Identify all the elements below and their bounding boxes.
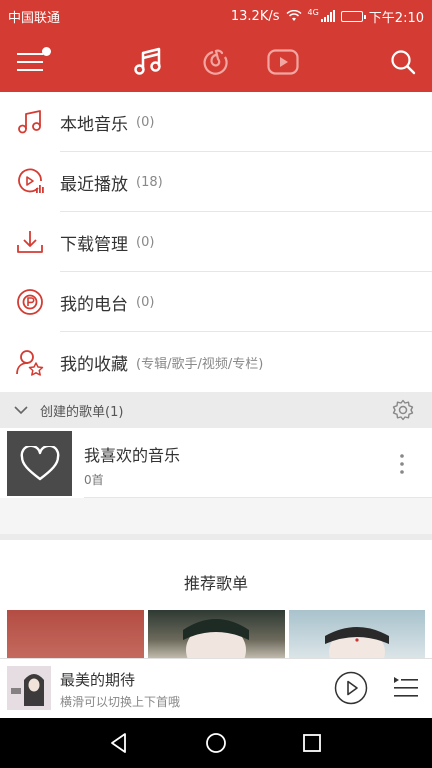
menu-item-local-music[interactable]: 本地音乐 (0)	[0, 92, 432, 152]
status-time: 下午2:10	[368, 10, 424, 26]
spacer	[0, 498, 432, 534]
menu-item-download[interactable]: 下载管理 (0)	[0, 212, 432, 272]
netease-cloud-icon	[203, 49, 228, 75]
hamburger-menu-icon	[17, 53, 43, 71]
app-header	[0, 32, 432, 92]
search-icon	[391, 50, 416, 75]
menu-item-count: (0)	[136, 114, 155, 130]
menu-item-count: (18)	[136, 174, 163, 190]
chevron-down-icon	[14, 406, 28, 415]
menu-item-radio[interactable]: 我的电台 (0)	[0, 272, 432, 332]
tab-discover[interactable]	[196, 42, 236, 82]
cover-art	[325, 627, 389, 676]
cover-art	[183, 619, 249, 676]
tab-my-music[interactable]	[128, 42, 168, 82]
now-playing-title: 最美的期待	[60, 671, 136, 689]
status-bar: 中国联通 13.2K/s 4G 下午2:10	[0, 0, 432, 32]
playlist-count: 0首	[84, 473, 104, 487]
home-icon[interactable]	[205, 732, 227, 754]
play-icon	[334, 671, 368, 705]
menu-item-label: 我的电台	[60, 294, 128, 315]
battery-icon	[340, 10, 366, 22]
recommend-title: 推荐歌单	[183, 574, 248, 593]
my-music-menu: 本地音乐 (0) 最近播放 (18) 下载管理 (0) 我的电台 (0) 我的收…	[0, 92, 432, 392]
music-note-icon	[134, 47, 161, 75]
menu-item-recent-play[interactable]: 最近播放 (18)	[0, 152, 432, 212]
menu-item-count: (0)	[136, 294, 155, 310]
recommend-card[interactable]	[289, 610, 425, 676]
system-navigation-bar	[0, 718, 432, 768]
wifi-icon	[285, 10, 302, 21]
menu-item-count: (专辑/歌手/视频/专栏)	[136, 356, 264, 372]
mini-player[interactable]: 最美的期待 横滑可以切换上下首哦	[0, 658, 432, 718]
menu-item-favorites[interactable]: 我的收藏 (专辑/歌手/视频/专栏)	[0, 332, 432, 392]
playlist-queue-icon	[394, 677, 418, 697]
music-note-icon	[0, 109, 60, 135]
menu-item-label: 本地音乐	[60, 114, 128, 135]
section-title: 创建的歌单(1)	[40, 404, 124, 420]
play-button[interactable]	[334, 671, 368, 705]
recent-play-icon	[0, 168, 60, 196]
cover-art	[7, 666, 51, 710]
radio-icon	[0, 288, 60, 316]
playlist-item[interactable]: 我喜欢的音乐 0首	[0, 428, 432, 498]
recents-icon[interactable]	[302, 733, 322, 753]
gear-icon[interactable]	[392, 399, 414, 421]
notification-dot	[42, 47, 51, 56]
search-button[interactable]	[383, 42, 423, 82]
heart-icon	[20, 445, 59, 480]
now-playing-hint: 横滑可以切换上下首哦	[60, 695, 181, 709]
video-play-icon	[267, 49, 299, 75]
menu-item-label: 我的收藏	[60, 354, 128, 375]
recommend-section: 推荐歌单	[0, 540, 432, 676]
back-icon[interactable]	[108, 732, 130, 754]
more-options-button[interactable]	[392, 450, 412, 480]
now-playing-cover	[7, 666, 51, 710]
playlist-title: 我喜欢的音乐	[84, 446, 181, 465]
playlist-cover	[7, 431, 72, 496]
favorites-icon	[0, 348, 60, 376]
recommend-card[interactable]	[7, 610, 144, 660]
menu-item-label: 最近播放	[60, 174, 128, 195]
created-playlists-header[interactable]: 创建的歌单(1)	[0, 392, 432, 428]
drawer-menu-button[interactable]	[11, 42, 51, 82]
more-vertical-icon	[400, 454, 404, 474]
download-icon	[0, 229, 60, 255]
tab-video[interactable]	[263, 42, 303, 82]
signal-icon	[320, 10, 335, 22]
playlist-button[interactable]	[390, 673, 420, 703]
carrier-name: 中国联通	[8, 10, 61, 26]
network-type: 4G	[307, 7, 319, 17]
recommend-card[interactable]	[148, 610, 285, 676]
menu-item-label: 下载管理	[60, 234, 128, 255]
network-speed: 13.2K/s	[230, 8, 280, 24]
menu-item-count: (0)	[136, 234, 155, 250]
